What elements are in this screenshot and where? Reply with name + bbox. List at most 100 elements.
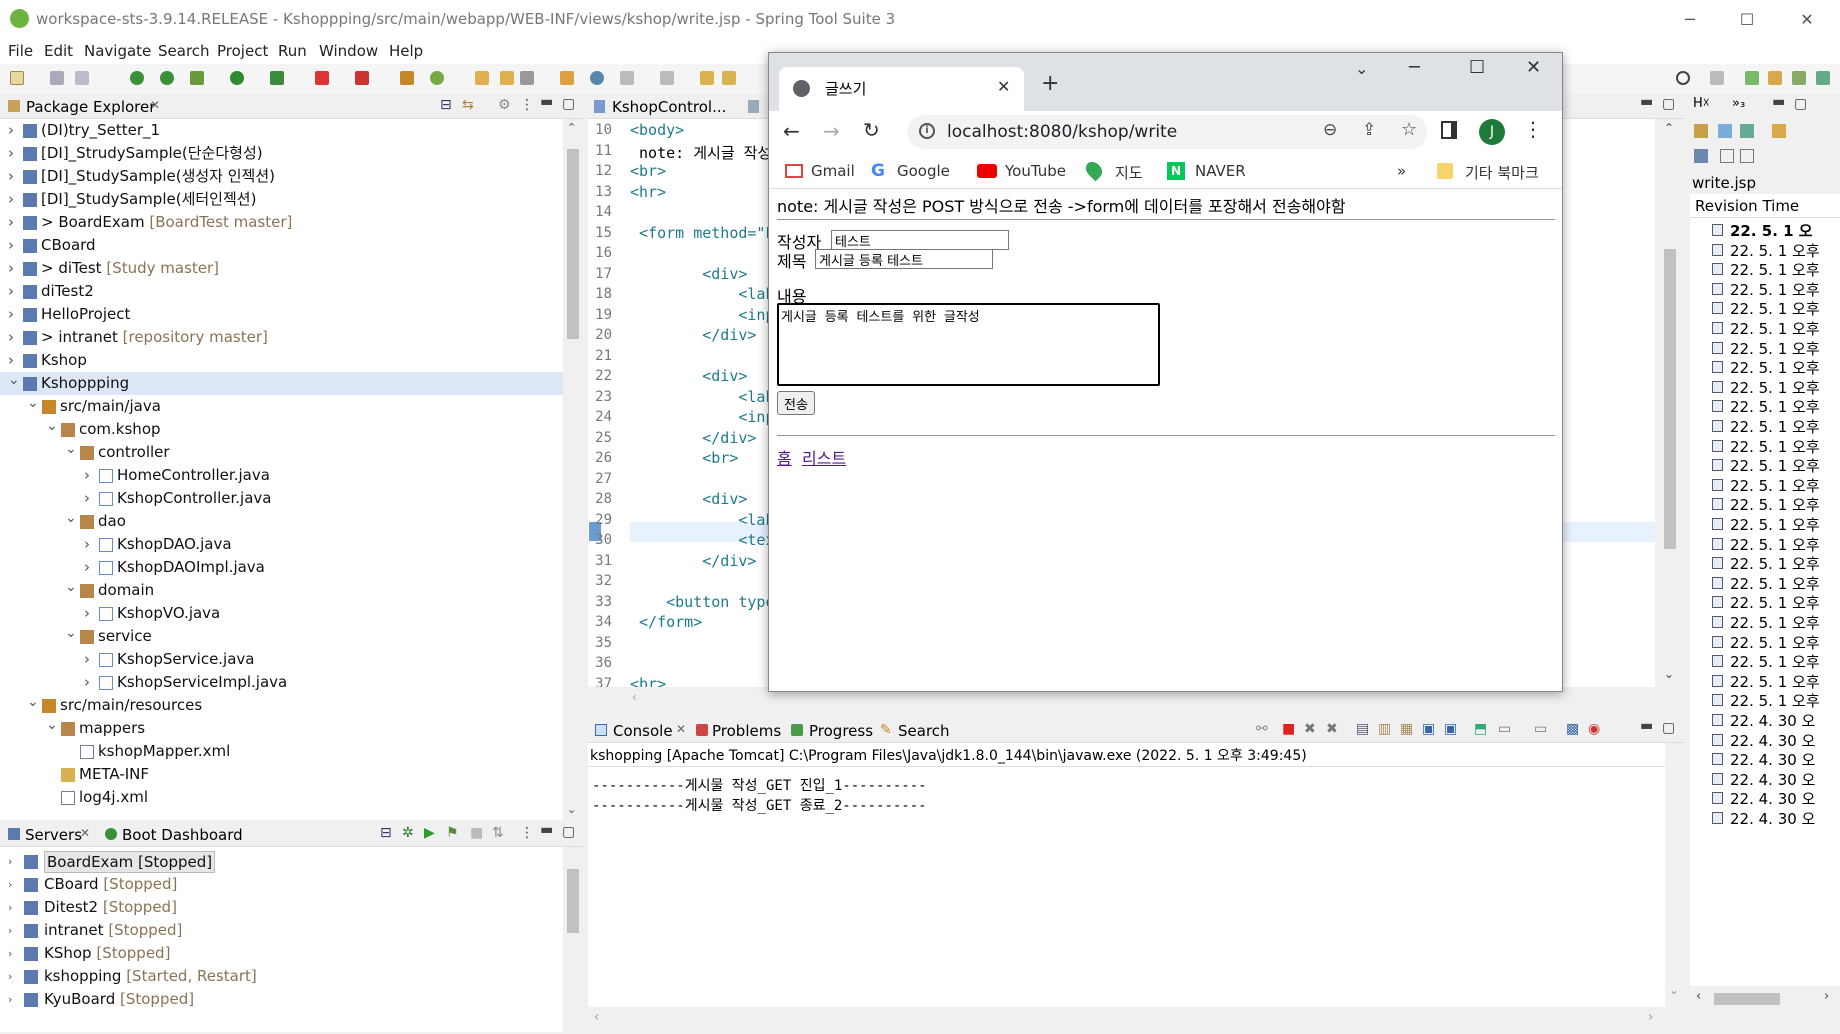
server-item[interactable]: › KyuBoard [Stopped]: [0, 988, 563, 1011]
run-icon[interactable]: [230, 71, 244, 85]
chevron-right-icon[interactable]: ›: [84, 671, 90, 694]
chevron-down-icon[interactable]: ⌄: [46, 714, 58, 737]
minimize-icon[interactable]: ─: [1665, 4, 1715, 36]
scroll-left-icon[interactable]: ‹: [1696, 989, 1701, 1004]
perspective-icon[interactable]: [1710, 71, 1724, 85]
minimize-view-icon[interactable]: ▬: [1772, 94, 1785, 110]
back-icon[interactable]: [700, 71, 714, 85]
minimize-icon[interactable]: ─: [1409, 57, 1420, 78]
server-item[interactable]: › Ditest2 [Stopped]: [0, 896, 563, 919]
tab-problems[interactable]: Problems: [712, 722, 781, 740]
menu-help[interactable]: Help: [389, 42, 423, 60]
history-hscrollbar[interactable]: ‹ ›: [1690, 986, 1840, 1010]
stop-server-icon[interactable]: ■: [470, 825, 483, 841]
server-item[interactable]: › CBoard [Stopped]: [0, 873, 563, 896]
pin-console-icon[interactable]: ⬒: [1474, 721, 1487, 737]
server-item[interactable]: › BoardExam [Stopped]: [0, 850, 563, 873]
chevron-right-icon[interactable]: ›: [84, 487, 90, 510]
maximize-view-icon[interactable]: ▢: [1662, 96, 1675, 112]
filter-icon[interactable]: ⚙: [498, 97, 511, 113]
scroll-right-icon[interactable]: ›: [1824, 989, 1829, 1004]
bookmark-maps[interactable]: 지도: [1115, 162, 1143, 183]
close-icon[interactable]: ✕: [1526, 57, 1541, 78]
search-icon[interactable]: [1676, 71, 1690, 85]
java-perspective-icon[interactable]: [1745, 71, 1759, 85]
debug-icon[interactable]: [190, 71, 204, 85]
save-all-icon[interactable]: [75, 71, 89, 85]
chevron-down-icon[interactable]: ⌄: [65, 438, 77, 461]
tree-item[interactable]: › HelloProject: [0, 303, 563, 326]
stop-icon[interactable]: [315, 71, 329, 85]
url-text[interactable]: localhost:8080/kshop/write: [947, 122, 1177, 142]
agent-icon[interactable]: ◉: [1588, 721, 1600, 737]
tree-item[interactable]: › > diTest [Study master]: [0, 257, 563, 280]
tree-item[interactable]: › KshopDAOImpl.java: [0, 556, 563, 579]
close-tab-icon[interactable]: ✕: [997, 77, 1010, 96]
package-icon[interactable]: [400, 71, 414, 85]
editor-vscrollbar[interactable]: ⌃ ⌄: [1655, 119, 1685, 687]
edit-icon[interactable]: [520, 71, 534, 85]
open-folder-icon[interactable]: [500, 71, 514, 85]
tree-item[interactable]: ⌄ mappers: [0, 717, 563, 740]
chevron-right-icon[interactable]: ›: [8, 234, 14, 257]
annotation-icon[interactable]: [660, 71, 674, 85]
chevron-down-icon[interactable]: ⌄: [27, 392, 39, 415]
minimize-view-icon[interactable]: ▬: [540, 94, 553, 110]
scroll-down-icon[interactable]: ⌄: [567, 803, 576, 816]
chevron-right-icon[interactable]: ›: [84, 464, 90, 487]
chevron-right-icon[interactable]: ›: [8, 257, 14, 280]
menu-navigate[interactable]: Navigate: [84, 42, 151, 60]
tree-item[interactable]: › KshopServiceImpl.java: [0, 671, 563, 694]
chevron-down-icon[interactable]: ⌄: [65, 576, 77, 599]
debug-server-icon[interactable]: ✲: [402, 825, 414, 841]
submit-button[interactable]: 전송: [777, 391, 815, 415]
collapse-all-icon[interactable]: ⊟: [440, 97, 452, 113]
chevron-right-icon[interactable]: ›: [8, 850, 12, 873]
site-info-icon[interactable]: i: [919, 123, 935, 139]
menu-run[interactable]: Run: [278, 42, 307, 60]
profile-avatar[interactable]: J: [1479, 119, 1505, 145]
menu-edit[interactable]: Edit: [44, 42, 73, 60]
tab-console[interactable]: Console: [613, 722, 673, 740]
minimize-view-icon[interactable]: ▬: [1640, 718, 1653, 734]
chevron-right-icon[interactable]: ›: [8, 142, 14, 165]
scroll-up-icon[interactable]: ⌃: [1664, 121, 1674, 135]
address-bar[interactable]: i localhost:8080/kshop/write ⊖ ⇪ ☆: [907, 115, 1427, 149]
link-editor-icon[interactable]: ⇆: [462, 97, 474, 113]
chevron-right-icon[interactable]: ›: [8, 965, 12, 988]
open-type-icon[interactable]: [475, 71, 489, 85]
scroll-right-icon[interactable]: ›: [1648, 1010, 1653, 1025]
compare-icon[interactable]: [1718, 124, 1732, 138]
tree-item[interactable]: ⌄ controller: [0, 441, 563, 464]
editor-tab-kshopcontroller[interactable]: KshopControl...: [612, 98, 726, 116]
tree-item[interactable]: ⌄ domain: [0, 579, 563, 602]
chrome-menu-icon[interactable]: ⋮: [1523, 117, 1543, 141]
back-icon[interactable]: ←: [783, 119, 800, 143]
tab-search-icon[interactable]: ⌄: [1355, 59, 1368, 78]
tree-item[interactable]: › [DI]_StudySample(생성자 인젝션): [0, 165, 563, 188]
maximize-view-icon[interactable]: ▢: [562, 824, 575, 840]
server-item[interactable]: › kshopping [Started, Restart]: [0, 965, 563, 988]
new-icon[interactable]: [10, 71, 24, 85]
new-tab-icon[interactable]: +: [1041, 71, 1059, 96]
bookmark-star-icon[interactable]: ☆: [1401, 119, 1417, 140]
chevron-right-icon[interactable]: ›: [8, 303, 14, 326]
list-link[interactable]: 리스트: [802, 445, 846, 469]
scroll-lock-icon[interactable]: ▥: [1378, 721, 1391, 737]
scroll-down-icon[interactable]: ⌄: [1664, 667, 1674, 681]
tree-item[interactable]: › CBoard: [0, 234, 563, 257]
pin-icon[interactable]: [1740, 124, 1754, 138]
profile-server-icon[interactable]: ⚑: [446, 825, 459, 841]
tab-search[interactable]: Search: [898, 722, 950, 740]
jsp-file-icon[interactable]: [748, 100, 759, 113]
chevron-right-icon[interactable]: ›: [8, 119, 14, 142]
tab-servers[interactable]: Servers: [25, 826, 82, 844]
view-menu-icon[interactable]: ⋮: [520, 97, 534, 113]
scroll-left-icon[interactable]: ‹: [594, 1010, 599, 1025]
new-class-icon[interactable]: [430, 71, 444, 85]
server-item[interactable]: › KShop [Stopped]: [0, 942, 563, 965]
tree-item[interactable]: › [DI]_StudySample(세터인젝션): [0, 188, 563, 211]
menu-window[interactable]: Window: [319, 42, 378, 60]
minimize-view-icon[interactable]: ▬: [540, 822, 553, 838]
content-textarea[interactable]: 게시글 등록 테스트를 위한 글작성: [777, 303, 1160, 386]
